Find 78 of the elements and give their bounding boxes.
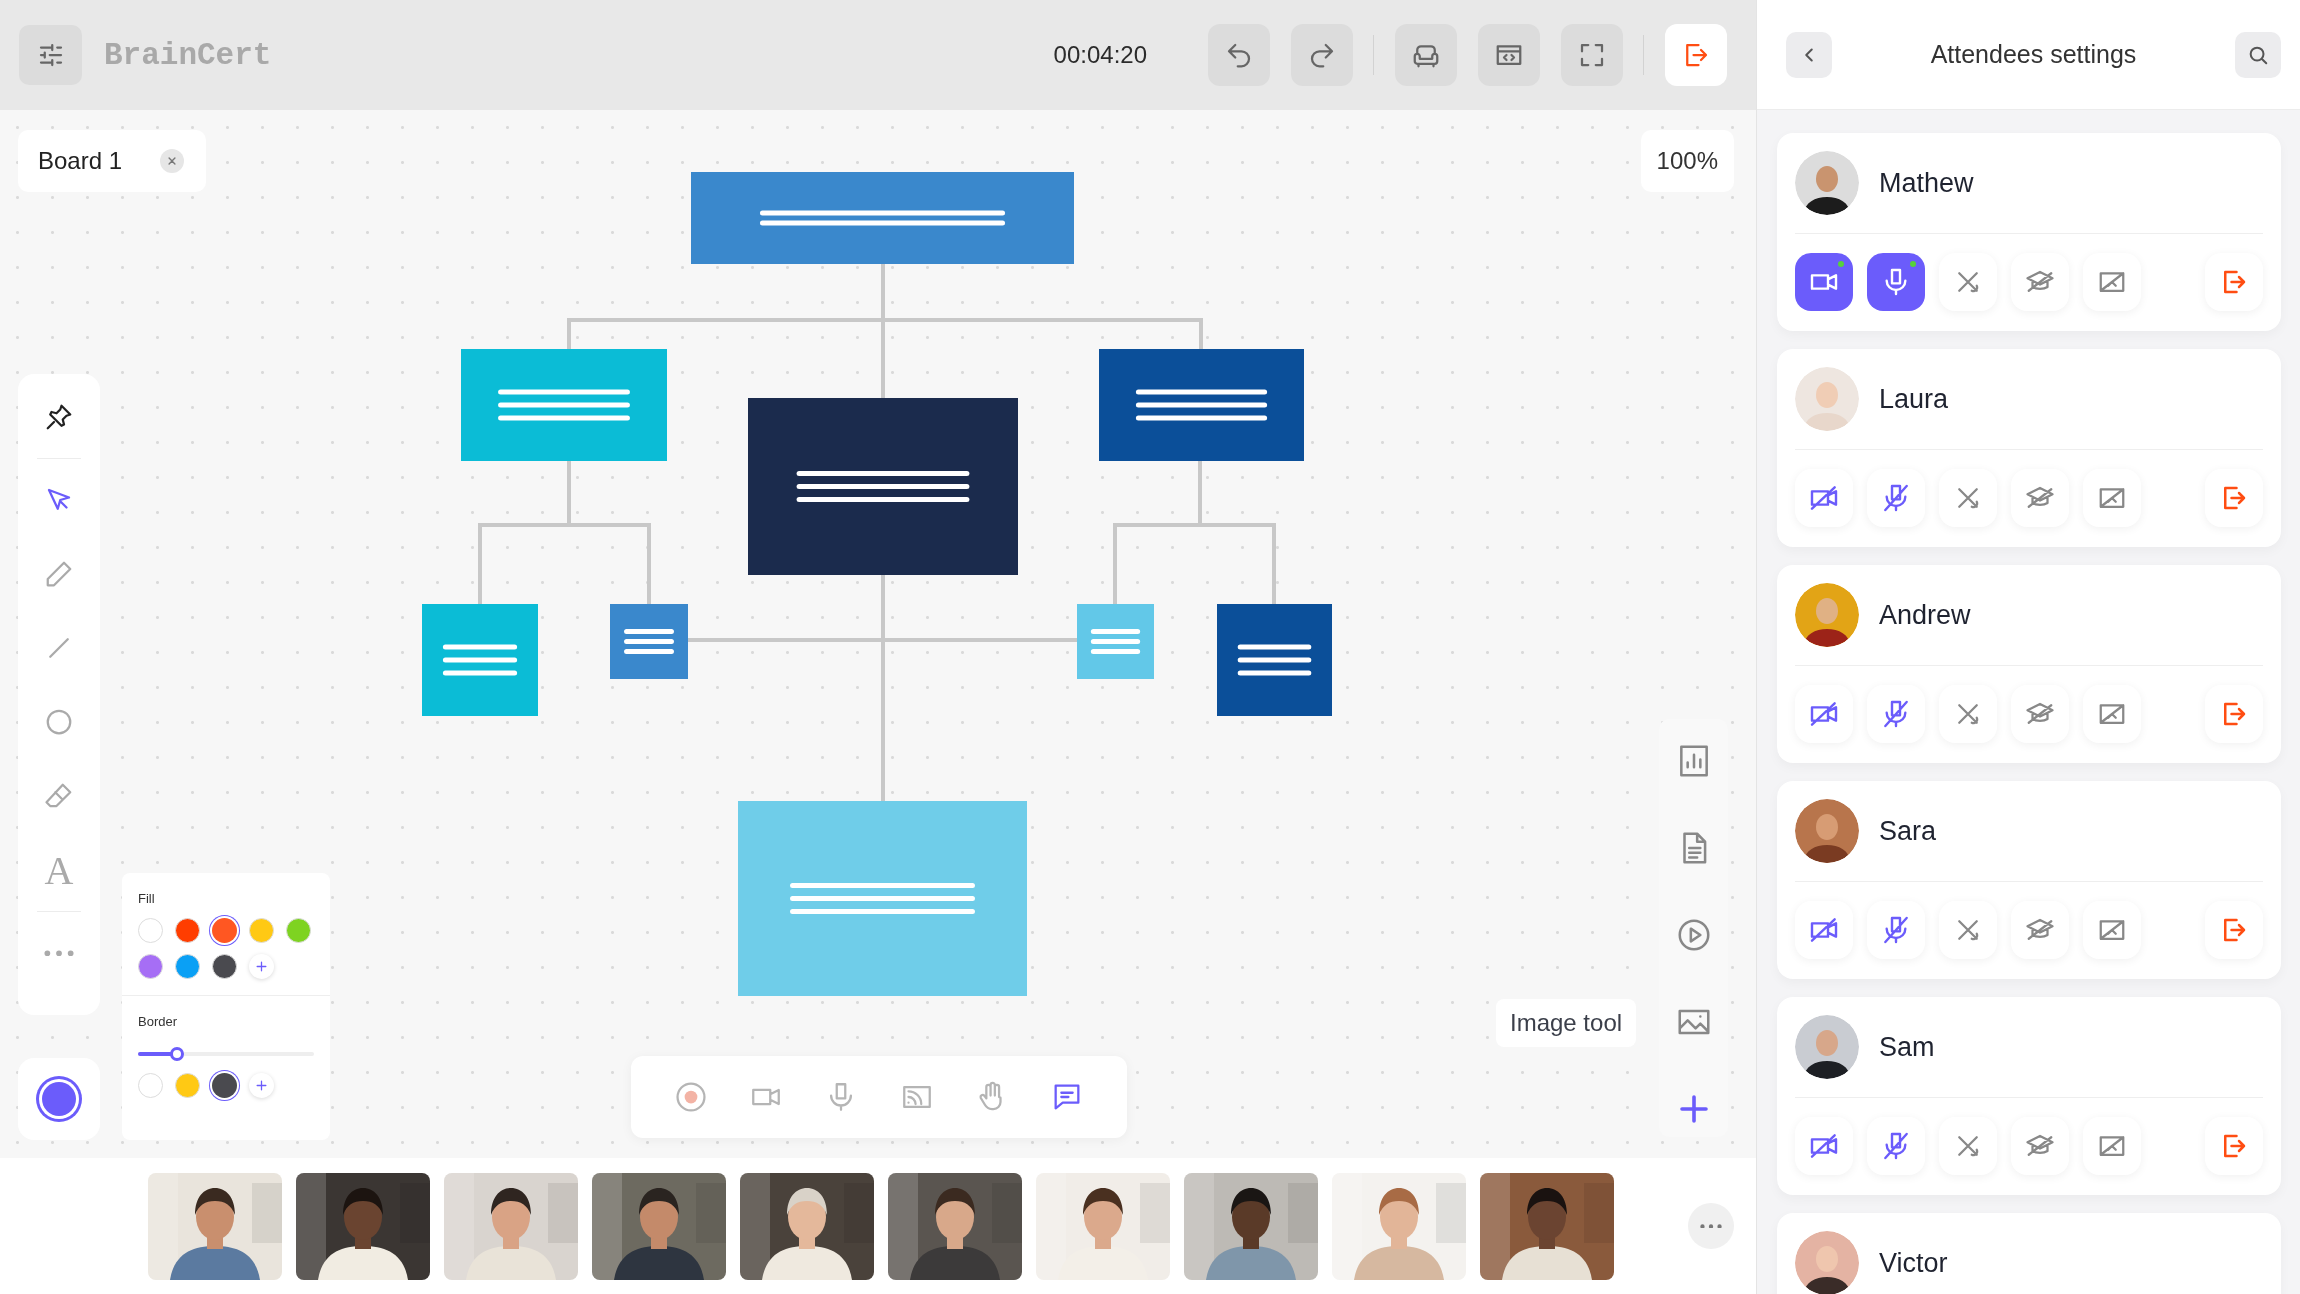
image-button[interactable] bbox=[2083, 253, 2141, 311]
color-swatch[interactable] bbox=[175, 1073, 200, 1098]
remove-button[interactable] bbox=[2205, 685, 2263, 743]
color-swatch[interactable] bbox=[138, 954, 163, 979]
camera-button[interactable] bbox=[1795, 685, 1853, 743]
logo: BrainCert bbox=[104, 37, 272, 73]
color-swatch[interactable] bbox=[138, 918, 163, 943]
color-swatch[interactable] bbox=[175, 918, 200, 943]
mic-button[interactable] bbox=[1867, 901, 1925, 959]
close-button[interactable] bbox=[160, 149, 185, 173]
image-button[interactable] bbox=[2083, 469, 2141, 527]
color-swatch[interactable] bbox=[212, 1073, 237, 1098]
attendee-name: Laura bbox=[1879, 383, 1949, 415]
color-swatch[interactable] bbox=[212, 954, 237, 979]
sofa-button[interactable] bbox=[1395, 24, 1457, 86]
camera-button[interactable] bbox=[1795, 253, 1853, 311]
plus-icon bbox=[255, 960, 268, 973]
add-color-button[interactable] bbox=[249, 1073, 274, 1098]
tooltip: Image tool bbox=[1496, 999, 1637, 1047]
undo-button[interactable] bbox=[1208, 24, 1270, 86]
color-swatch[interactable] bbox=[212, 918, 237, 943]
color-swatch[interactable] bbox=[175, 954, 200, 979]
border-slider[interactable] bbox=[138, 1047, 314, 1061]
cap-button[interactable] bbox=[2011, 1117, 2069, 1175]
plus-icon bbox=[255, 1079, 268, 1092]
fill-label: Fill bbox=[138, 891, 155, 906]
remove-button[interactable] bbox=[2205, 253, 2263, 311]
record-icon bbox=[673, 1080, 708, 1114]
remove-button[interactable] bbox=[2205, 901, 2263, 959]
pencil-icon bbox=[44, 559, 74, 589]
image-button[interactable] bbox=[2083, 685, 2141, 743]
attendee-name: Sara bbox=[1879, 815, 1937, 847]
color-swatch[interactable] bbox=[138, 1073, 163, 1098]
more-icon bbox=[1700, 1223, 1722, 1229]
board-tab[interactable]: Board 1 bbox=[18, 130, 207, 192]
mic-button[interactable] bbox=[1867, 253, 1925, 311]
remove-button[interactable] bbox=[2205, 469, 2263, 527]
mic-button[interactable] bbox=[1867, 469, 1925, 527]
cap-button[interactable] bbox=[2011, 901, 2069, 959]
attendee-name: Mathew bbox=[1879, 167, 1974, 199]
add-color-button[interactable] bbox=[249, 954, 274, 979]
camera-button[interactable] bbox=[1795, 901, 1853, 959]
image-button[interactable] bbox=[2083, 1117, 2141, 1175]
camera-button[interactable] bbox=[1795, 469, 1853, 527]
pin-icon bbox=[44, 402, 74, 432]
board-tab-label: Board 1 bbox=[38, 147, 123, 175]
color-swatch[interactable] bbox=[249, 918, 274, 943]
code-window-button[interactable] bbox=[1478, 24, 1540, 86]
cap-button[interactable] bbox=[2011, 253, 2069, 311]
fullscreen-button[interactable] bbox=[1561, 24, 1623, 86]
remove-button[interactable] bbox=[2205, 1117, 2263, 1175]
menu-button[interactable] bbox=[19, 25, 82, 85]
camera-button[interactable] bbox=[1795, 1117, 1853, 1175]
cross-button[interactable] bbox=[1939, 685, 1997, 743]
cross-button[interactable] bbox=[1939, 1117, 1997, 1175]
attendee-name: Victor bbox=[1879, 1247, 1948, 1279]
attendee-name: Sam bbox=[1879, 1031, 1935, 1063]
mic-button[interactable] bbox=[1867, 685, 1925, 743]
border-label: Border bbox=[138, 1014, 178, 1029]
session-timer: 00:04:20 bbox=[1053, 41, 1147, 69]
mic-button[interactable] bbox=[1867, 1117, 1925, 1175]
cross-button[interactable] bbox=[1939, 469, 1997, 527]
redo-button[interactable] bbox=[1291, 24, 1353, 86]
exit-button[interactable] bbox=[1665, 24, 1727, 86]
circle-icon bbox=[44, 707, 74, 737]
zoom-level[interactable]: 100% bbox=[1640, 130, 1734, 192]
color-swatch[interactable] bbox=[286, 918, 311, 943]
cap-button[interactable] bbox=[2011, 685, 2069, 743]
color-button[interactable] bbox=[18, 1058, 100, 1140]
more-button[interactable] bbox=[1688, 1203, 1734, 1249]
image-button[interactable] bbox=[2083, 901, 2141, 959]
cross-button[interactable] bbox=[1939, 253, 1997, 311]
cap-button[interactable] bbox=[2011, 469, 2069, 527]
search-button[interactable] bbox=[2235, 31, 2281, 78]
more-icon bbox=[44, 949, 74, 957]
cross-button[interactable] bbox=[1939, 901, 1997, 959]
panel-title: Attendees settings bbox=[1930, 40, 2137, 69]
attendee-name: Andrew bbox=[1879, 599, 1971, 631]
